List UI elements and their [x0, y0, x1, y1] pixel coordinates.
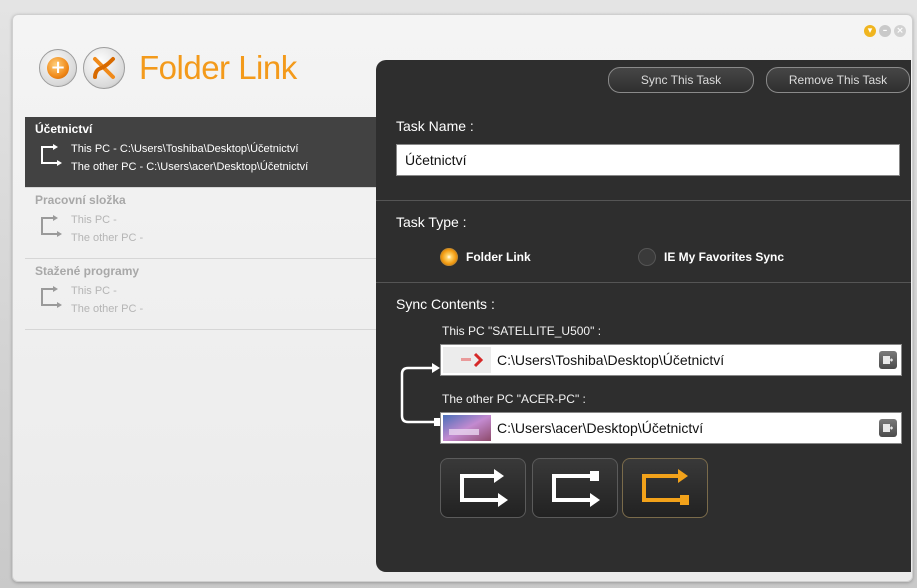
task-name-label: Task Name :: [396, 118, 474, 134]
link-arrow-icon: [41, 144, 62, 166]
minimize-icon[interactable]: –: [879, 25, 891, 37]
radio-unselected-icon: [638, 248, 656, 266]
task-name: Pracovní složka: [35, 193, 126, 207]
sync-to-this-icon: [552, 471, 600, 507]
link-bracket-icon: [400, 363, 440, 426]
folder-thumbnail-icon: [443, 415, 491, 441]
sync-both-icon: [460, 469, 508, 507]
sync-to-this-button[interactable]: [532, 458, 618, 518]
radio-label: Folder Link: [466, 250, 531, 264]
task-item-ucetnictvi[interactable]: Účetnictví This PC - C:\Users\Toshiba\De…: [25, 117, 389, 188]
other-pc-path-field[interactable]: C:\Users\acer\Desktop\Účetnictví: [440, 412, 902, 444]
browse-folder-icon[interactable]: [879, 419, 897, 437]
sync-to-other-button[interactable]: [622, 458, 708, 518]
task-item-stazene-programy[interactable]: Stažené programy This PC - The other PC …: [25, 259, 389, 330]
task-other-pc: The other PC -: [71, 303, 144, 315]
radio-label: IE My Favorites Sync: [664, 250, 785, 264]
radio-selected-icon: [440, 248, 458, 266]
radio-folder-link[interactable]: Folder Link: [440, 248, 531, 266]
link-arrow-icon: [41, 286, 62, 308]
task-this-pc: This PC -: [71, 214, 117, 226]
plus-icon: +: [47, 57, 69, 79]
radio-ie-favorites[interactable]: IE My Favorites Sync: [638, 248, 784, 266]
task-details-panel: Sync This Task Remove This Task Task Nam…: [376, 60, 911, 572]
task-type-label: Task Type :: [396, 214, 467, 230]
arrow-down-icon[interactable]: ▾: [864, 25, 876, 37]
task-this-pc: This PC -: [71, 285, 117, 297]
app-title: Folder Link: [139, 49, 297, 86]
sync-to-other-icon: [642, 469, 689, 505]
sync-task-button[interactable]: Sync This Task: [608, 67, 754, 93]
window-controls: ▾ – ×: [864, 25, 906, 37]
sync-both-button[interactable]: [440, 458, 526, 518]
this-pc-path-field[interactable]: C:\Users\Toshiba\Desktop\Účetnictví: [440, 344, 902, 376]
task-other-pc: The other PC -: [71, 232, 144, 244]
task-other-pc: The other PC - C:\Users\acer\Desktop\Úče…: [71, 161, 309, 173]
folder-thumbnail-icon: [443, 347, 491, 373]
task-name: Účetnictví: [35, 122, 93, 136]
task-name: Stažené programy: [35, 264, 140, 278]
task-list: Účetnictví This PC - C:\Users\Toshiba\De…: [25, 117, 389, 330]
header: + Folder Link: [39, 45, 297, 91]
other-pc-label: The other PC "ACER-PC" :: [442, 392, 586, 406]
task-this-pc: This PC - C:\Users\Toshiba\Desktop\Účetn…: [71, 143, 299, 155]
other-pc-path: C:\Users\acer\Desktop\Účetnictví: [497, 420, 704, 436]
close-icon[interactable]: ×: [894, 25, 906, 37]
link-arrow-icon: [41, 215, 62, 237]
task-item-pracovni-slozka[interactable]: Pracovní složka This PC - The other PC -: [25, 188, 389, 259]
divider: [376, 200, 911, 201]
browse-folder-icon[interactable]: [879, 351, 897, 369]
this-pc-label: This PC "SATELLITE_U500" :: [442, 324, 602, 338]
sync-contents-label: Sync Contents :: [396, 296, 495, 312]
task-name-input[interactable]: Účetnictví: [396, 144, 900, 176]
add-task-button[interactable]: +: [39, 49, 77, 87]
folder-link-logo-icon: [83, 47, 125, 89]
this-pc-path: C:\Users\Toshiba\Desktop\Účetnictví: [497, 352, 725, 368]
remove-task-button[interactable]: Remove This Task: [766, 67, 910, 93]
divider: [376, 282, 911, 283]
